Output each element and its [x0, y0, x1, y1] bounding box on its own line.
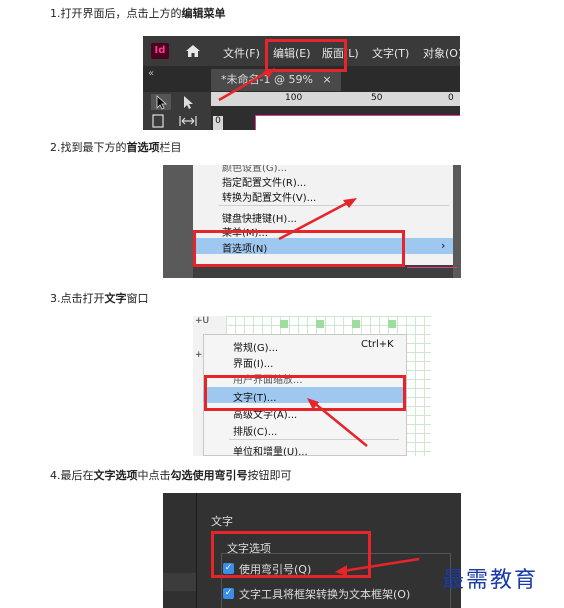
close-icon[interactable]: ×	[322, 73, 331, 86]
menu-item-general-shortcut: Ctrl+K	[361, 339, 394, 350]
menu-item-units[interactable]: 单位和增量(U)...	[233, 443, 308, 456]
sidebar-item-selected[interactable]	[163, 573, 196, 591]
step-4-text: 4.最后在	[50, 469, 94, 482]
menu-item-assign-profiles[interactable]: 指定配置文件(R)...	[222, 174, 306, 189]
step-4-suffix: 中点击	[137, 469, 171, 482]
step-3-suffix: 窗口	[126, 292, 149, 305]
checkbox-convert-frames[interactable]: ✓	[223, 588, 234, 599]
submenu-arrow-icon: ›	[441, 239, 446, 252]
indesign-logo-icon: Id	[151, 43, 169, 59]
direct-selection-tool-icon[interactable]	[179, 94, 197, 110]
step-3-caption: 3.点击打开文字窗口	[50, 292, 149, 306]
menu-item-composition[interactable]: 排版(C)...	[233, 423, 277, 438]
step-3-text: 3.点击打开	[50, 292, 105, 305]
page-margin-guide	[255, 115, 460, 116]
annotation-arrow-icon	[307, 398, 368, 447]
menu-item-general[interactable]: 常规(G)...	[233, 339, 278, 354]
screenshot-edit-menu: 颜色设置(G)... 指定配置文件(R)... 转换为配置文件(V)... 键盘…	[163, 165, 461, 278]
left-label-u: +U	[195, 316, 210, 326]
selection-tool-icon[interactable]	[151, 94, 171, 110]
ruler-label-50: 50	[371, 93, 383, 103]
step-4-bold: 文字选项	[93, 469, 138, 482]
panel-collapse-icon[interactable]: «	[148, 68, 154, 79]
page-tool-icon[interactable]	[151, 114, 167, 128]
annotation-arrow-icon	[335, 557, 420, 576]
step-1-bold: 编辑菜单	[181, 7, 226, 20]
panel-title: 文字	[211, 515, 233, 528]
menu-item-color-settings[interactable]: 颜色设置(G)...	[222, 165, 287, 174]
ruler-label-100: 100	[285, 93, 303, 103]
menu-type[interactable]: 文字(T)	[372, 45, 409, 61]
screenshot-indesign-menubar: Id 文件(F) 编辑(E) 版面(L) 文字(T) 对象(O) 表 « *未命…	[143, 36, 460, 130]
grid-marker	[388, 320, 396, 328]
step-4-bold2: 勾选使用弯引号	[170, 469, 248, 482]
annotation-arrow-icon	[218, 68, 275, 102]
step-3-bold: 文字	[104, 292, 127, 305]
gap-tool-icon[interactable]	[179, 115, 197, 127]
menu-file[interactable]: 文件(F)	[223, 45, 260, 61]
step-2-caption: 2.找到最下方的首选项栏目	[50, 141, 182, 155]
step-2-suffix: 栏目	[159, 141, 182, 154]
grid-marker	[316, 320, 324, 328]
option-convert-frames[interactable]: 文字工具将框架转换为文本框架(O)	[239, 586, 410, 602]
screenshot-preferences-submenu: +U +A › › 常规(G)... Ctrl+K 界面(I)... 用户界面缩…	[193, 316, 431, 456]
screenshot-type-preferences: 文字 文字选项 ✓ 使用弯引号(Q) ✓ 文字工具将框架转换为文本框架(O)	[163, 493, 461, 608]
ruler-label-0: 0	[448, 93, 454, 103]
grid-marker	[352, 320, 360, 328]
step-1-text: 1.打开界面后，点击上方的	[50, 7, 182, 20]
home-icon[interactable]	[185, 44, 201, 58]
page-margin-guide-left	[255, 115, 256, 130]
step-2-text: 2.找到最下方的	[50, 141, 127, 154]
page-margin-guide	[407, 267, 457, 268]
vertical-ruler-label: 0	[213, 116, 223, 130]
page-area	[255, 115, 460, 130]
grid-marker	[280, 320, 288, 328]
step-4-caption: 4.最后在文字选项中点击勾选使用弯引号按钮即可	[50, 469, 292, 483]
watermark: 最需教育	[442, 568, 539, 593]
step-2-bold: 首选项	[126, 141, 160, 154]
menu-item-interface[interactable]: 界面(I)...	[233, 355, 273, 370]
step-4-suffix2: 按钮即可	[247, 469, 292, 482]
step-1-caption: 1.打开界面后，点击上方的编辑菜单	[50, 7, 226, 21]
menu-object[interactable]: 对象(O)	[423, 45, 460, 61]
annotation-arrow-icon	[278, 198, 357, 241]
